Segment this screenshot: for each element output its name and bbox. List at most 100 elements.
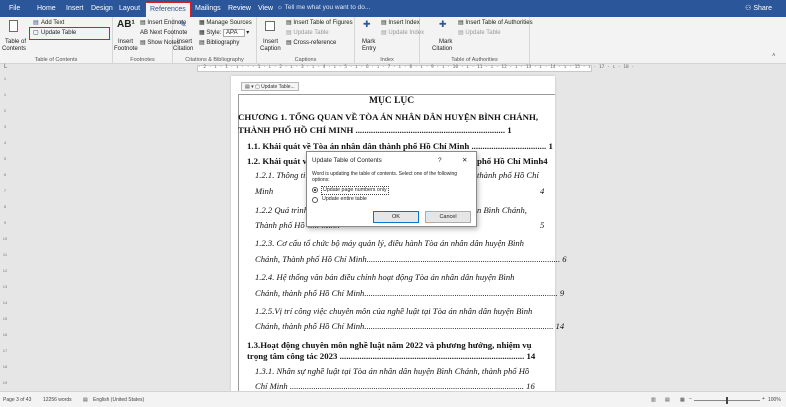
vruler-tick: 2 xyxy=(3,108,7,113)
group-label-footnotes: Footnotes xyxy=(130,57,155,63)
toc-entry[interactable]: THÀNH PHỐ HỒ CHÍ MINH ..................… xyxy=(238,125,512,135)
group-index: ✚ Mark Entry ▤ Insert Index ▤ Update Ind… xyxy=(355,17,424,64)
tab-review[interactable]: Review xyxy=(228,4,251,13)
toc-entry[interactable]: 1.2.2 Quá trình xyxy=(255,205,308,215)
help-icon[interactable]: ? xyxy=(438,157,442,164)
group-label-citations: Citations & Bibliography xyxy=(185,57,244,63)
update-figures-table-button[interactable]: ▤ Update Table xyxy=(286,30,329,37)
toc-entry[interactable]: 1.1. Khái quát về Tòa án nhân dân thành … xyxy=(247,141,553,151)
toc-entry[interactable]: 1.2.1. Thông ti xyxy=(255,170,305,180)
document-page[interactable]: ▤ ▾ ▢ Update Table... MỤC LỤC CHƯƠNG 1. … xyxy=(231,76,567,391)
horizontal-ruler: L · 2 · ı · 1 · ı · · · 1 · ı · 2 · ı · … xyxy=(0,64,786,74)
insert-toa-button[interactable]: ▤ Insert Table of Authorities xyxy=(458,20,533,27)
toc-entry[interactable]: Chí Minh ...............................… xyxy=(255,381,535,391)
tab-home[interactable]: Home xyxy=(37,4,56,13)
update-index-label: Update Index xyxy=(388,30,425,36)
tell-me-search[interactable]: ☼ Tell me what you want to do... xyxy=(277,4,370,11)
vruler-tick: 1 xyxy=(3,76,7,81)
mark-citation-label-1: Mark xyxy=(439,39,453,45)
share-button[interactable]: ⚇ Share xyxy=(745,4,772,12)
tab-stop-icon[interactable]: L xyxy=(4,64,7,70)
insert-citation-label-1: Insert xyxy=(177,39,193,45)
toc-entry[interactable]: 5 xyxy=(540,220,544,230)
close-icon[interactable]: ✕ xyxy=(462,157,467,164)
menu-bar: File Home Insert Design Layout Reference… xyxy=(0,0,786,17)
read-mode-icon[interactable]: ▥ xyxy=(651,397,656,403)
caption-icon xyxy=(265,21,275,31)
cancel-button[interactable]: Cancel xyxy=(425,211,471,223)
toc-entry[interactable]: 1.2.3. Cơ cấu tổ chức bộ máy quản lý, đi… xyxy=(255,238,524,248)
insert-footnote-label-2: Footnote xyxy=(114,46,138,52)
manage-sources-button[interactable]: ▦ Manage Sources xyxy=(199,20,252,27)
page-count[interactable]: Page 3 of 43 xyxy=(3,397,31,403)
insert-citation-label-2: Citation xyxy=(173,46,194,52)
tab-layout[interactable]: Layout xyxy=(119,4,140,13)
tab-mailings[interactable]: Mailings xyxy=(195,4,221,13)
vruler-tick: 7 xyxy=(3,188,7,193)
table-of-contents-icon xyxy=(9,20,18,32)
zoom-level[interactable]: 100% xyxy=(768,397,781,403)
toc-entry[interactable]: 1.3.Hoạt động chuyên môn nghề luật năm 2… xyxy=(247,340,532,350)
toc-title: MỤC LỤC xyxy=(369,96,415,106)
toc-entry[interactable]: Minh xyxy=(255,186,273,196)
zoom-slider-thumb[interactable] xyxy=(726,397,728,404)
tab-design[interactable]: Design xyxy=(91,4,113,13)
add-text-icon: ▤ xyxy=(33,20,39,26)
footnote-icon: AB¹ xyxy=(117,19,135,30)
radio-entire-table[interactable] xyxy=(312,197,318,203)
vruler-tick: 11 xyxy=(2,252,8,257)
style-selector[interactable]: ▦ Style: APA ▾ xyxy=(199,29,250,37)
toc-entry[interactable]: 1.2.5.Vị trí công việc chuyên môn của ng… xyxy=(255,306,532,316)
proofing-icon[interactable]: ▤ xyxy=(83,397,88,403)
bibliography-button[interactable]: ▤ Bibliography xyxy=(199,40,239,47)
language[interactable]: English (United States) xyxy=(93,397,144,403)
vruler-tick: 17 xyxy=(2,348,8,353)
vruler-tick: 15 xyxy=(2,316,8,321)
web-layout-icon[interactable]: ▦ xyxy=(680,397,685,403)
toc-entry[interactable]: Chánh, thành phố Hồ Chí Minh............… xyxy=(255,288,564,298)
toc-label-2: Contents xyxy=(2,46,27,52)
tab-view[interactable]: View xyxy=(258,4,273,13)
add-text-label: Add Text xyxy=(41,20,65,26)
tab-file[interactable]: File xyxy=(9,4,20,13)
vruler-tick: 6 xyxy=(3,172,7,177)
toc-entry[interactable]: 4 xyxy=(540,186,544,196)
toc-entry[interactable]: 1.3.1. Nhân sự nghề luật tại Tòa án nhân… xyxy=(255,366,529,376)
ribbon-references: Table of Contents ▤ Add Text ▢ Update Ta… xyxy=(0,17,786,64)
toc-entry[interactable]: phố Hồ Chí Minh4 xyxy=(477,156,548,166)
vruler-tick: 5 xyxy=(3,156,7,161)
radio-page-numbers[interactable] xyxy=(312,187,318,193)
toc-entry[interactable]: trọng tâm công tác 2023 ................… xyxy=(247,351,535,361)
update-table-icon: ▢ xyxy=(33,30,39,36)
insert-table-of-figures-button[interactable]: ▤ Insert Table of Figures xyxy=(286,20,353,27)
tab-insert[interactable]: Insert xyxy=(66,4,84,13)
ruler-strip[interactable]: · 2 · ı · 1 · ı · · · 1 · ı · 2 · ı · 3 … xyxy=(197,65,634,72)
chevron-down-icon: ▾ xyxy=(244,30,250,36)
zoom-in-icon[interactable]: + xyxy=(762,396,765,402)
tab-references[interactable]: References xyxy=(145,2,191,17)
toc-entry[interactable]: CHƯƠNG 1. TỔNG QUAN VỀ TÒA ÁN NHÂN DÂN H… xyxy=(238,112,538,122)
zoom-out-icon[interactable]: − xyxy=(689,396,692,402)
collapse-ribbon-icon[interactable]: ˄ xyxy=(772,53,776,60)
toc-entry[interactable]: 1.2. Khái quát v xyxy=(247,156,307,166)
toc-entry[interactable]: thành phố Hồ Chí xyxy=(477,170,539,180)
update-table-button[interactable]: ▢ Update Table xyxy=(29,27,110,40)
ok-button[interactable]: OK xyxy=(373,211,419,223)
update-index-button[interactable]: ▤ Update Index xyxy=(381,30,424,37)
status-bar: Page 3 of 43 12256 words ▤ English (Unit… xyxy=(0,391,786,407)
toc-entry[interactable]: n Bình Chánh, xyxy=(477,205,527,215)
toc-entry[interactable]: Chánh, thành phố Hồ Chí Minh............… xyxy=(255,321,564,331)
toc-entry[interactable]: 1.2.4. Hệ thống văn bản điều chỉnh hoạt … xyxy=(255,272,514,282)
toc-update-tag[interactable]: ▤ ▾ ▢ Update Table... xyxy=(241,82,299,91)
insert-index-button[interactable]: ▤ Insert Index xyxy=(381,20,420,27)
tell-me-text: Tell me what you want to do... xyxy=(284,4,371,11)
vruler-tick: 13 xyxy=(2,284,8,289)
bibliography-label: Bibliography xyxy=(206,40,240,46)
insert-index-label: Insert Index xyxy=(388,20,420,26)
print-layout-icon[interactable]: ▤ xyxy=(665,397,670,403)
toc-entry[interactable]: Chánh, Thành phố Hồ Chí Minh............… xyxy=(255,254,567,264)
word-count[interactable]: 12256 words xyxy=(43,397,72,403)
update-toa-button[interactable]: ▤ Update Table xyxy=(458,30,501,37)
group-table-of-authorities: ✚ Mark Citation ▤ Insert Table of Author… xyxy=(420,17,533,64)
cross-reference-button[interactable]: ▤ Cross-reference xyxy=(286,40,336,47)
